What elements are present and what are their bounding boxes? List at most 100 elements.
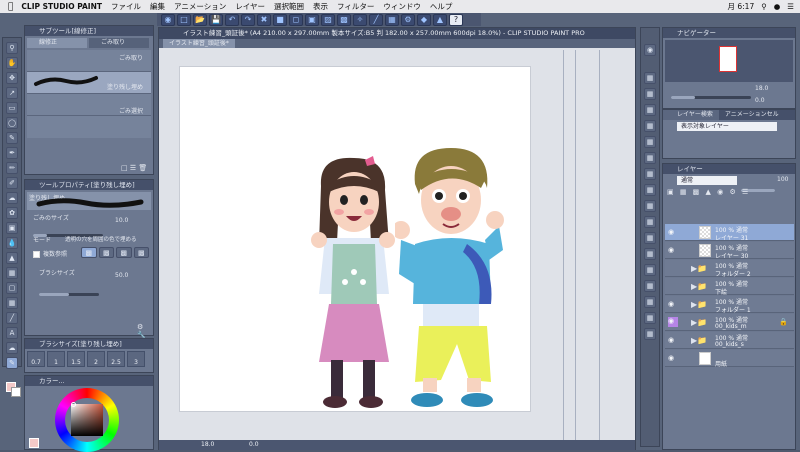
menu-help[interactable]: ヘルプ (430, 1, 453, 12)
list-item[interactable]: ごみ選択 (27, 94, 151, 116)
layer-opacity-value[interactable]: 100 (777, 176, 788, 183)
select-all-icon[interactable]: ▨ (321, 13, 335, 26)
ruler-tool-icon[interactable]: ╱ (6, 312, 18, 324)
ref-folder-icon[interactable]: ▩ (133, 247, 149, 258)
folder-icon[interactable]: ▶📁 (691, 264, 707, 273)
sub-color-swatch[interactable] (11, 387, 21, 397)
redo-icon[interactable]: ↷ (241, 13, 255, 26)
text-tool-icon[interactable]: A (6, 327, 18, 339)
panel-icon[interactable]: ▦ (644, 152, 656, 164)
layer-row[interactable]: ◉ 100 % 通常 レイヤー 31 (665, 224, 794, 242)
visibility-eye-icon[interactable]: ◉ (668, 317, 678, 327)
notification-icon[interactable]: ☰ (787, 2, 794, 11)
list-item[interactable]: 塗り残し埋め (27, 72, 151, 94)
layer-name[interactable]: レイヤー 30 (715, 251, 748, 260)
visibility-eye-icon[interactable]: ◉ (668, 300, 677, 308)
layer-row[interactable]: ◉ 100 % 通常 レイヤー 30 (665, 242, 794, 260)
toolprops-settings-icon[interactable]: ⚙ 🔧 (137, 323, 153, 339)
layer-name[interactable]: 用紙 (715, 359, 727, 368)
menu-file[interactable]: ファイル (111, 1, 141, 12)
folder-icon[interactable]: ▶📁 (691, 336, 707, 345)
menu-layer[interactable]: レイヤー (235, 1, 265, 12)
subtool-footer-icons[interactable]: □ ☰ 🗑 (121, 164, 147, 172)
gradient-tool-icon[interactable]: ▦ (6, 267, 18, 279)
lasso-tool-icon[interactable]: ◯ (6, 117, 18, 129)
brush-size-value[interactable]: 50.0 (115, 272, 128, 279)
folder-icon[interactable]: ▶📁 (691, 300, 707, 309)
correct-line-tool-icon[interactable]: ✎ (6, 357, 18, 369)
open-file-icon[interactable]: 📂 (193, 13, 207, 26)
folder-icon[interactable]: ▶📁 (691, 282, 707, 291)
panel-icon[interactable]: ▦ (644, 248, 656, 260)
layer-row[interactable]: ◉ ▶📁 100 % 通常 フォルダー 1 (665, 296, 794, 314)
panel-icon[interactable]: ▦ (644, 280, 656, 292)
siri-icon[interactable]: ● (774, 2, 781, 11)
layer-name[interactable]: 00_kids_m (715, 323, 747, 330)
panel-icon[interactable]: ▦ (644, 136, 656, 148)
menu-app-name[interactable]: CLIP STUDIO PAINT (21, 2, 102, 11)
invert-selection-icon[interactable]: ▩ (337, 13, 351, 26)
snap-ruler-icon[interactable]: ╱ (369, 13, 383, 26)
brush-size-chip[interactable]: 2 (87, 351, 105, 367)
lock-icon[interactable]: 🔒 (779, 318, 788, 326)
clear-icon[interactable]: ✖ (257, 13, 271, 26)
animation-cel-tab[interactable]: アニメーションセル (719, 110, 785, 120)
list-item[interactable]: ごみ取り (27, 50, 151, 72)
layer-search-tab[interactable]: レイヤー検索 (663, 110, 719, 120)
visibility-eye-icon[interactable]: ◉ (668, 354, 677, 362)
navigator-zoom-slider[interactable] (671, 96, 751, 99)
decoration-tool-icon[interactable]: ✿ (6, 207, 18, 219)
layer-search-dropdown[interactable]: 表示対象レイヤー (677, 122, 777, 131)
brush-size-chip[interactable]: 3 (127, 351, 145, 367)
layer-toolbar[interactable]: ▣ ▦ ▩ ▲ ◉ ⚙ ☰ (667, 188, 793, 200)
rotation-value[interactable]: 0.0 (249, 440, 259, 450)
apple-icon[interactable]:  (8, 2, 13, 12)
brush-size-chip[interactable]: 1 (47, 351, 65, 367)
navigator-rotate-value[interactable]: 0.0 (755, 97, 765, 104)
panel-icon[interactable]: ▦ (644, 312, 656, 324)
panel-icon[interactable]: ▦ (644, 216, 656, 228)
layer-row[interactable]: ◉ 用紙 (665, 350, 794, 368)
panel-icon[interactable]: ▦ (644, 296, 656, 308)
subtool-tab-other[interactable]: ごみ取り (89, 38, 149, 48)
panel-icon[interactable]: ▦ (644, 104, 656, 116)
snap-grid-icon[interactable]: ▦ (385, 13, 399, 26)
brush-size-slider[interactable] (39, 293, 99, 296)
blend-tool-icon[interactable]: 💧 (6, 237, 18, 249)
main-color-chip[interactable] (29, 438, 39, 448)
assets-icon[interactable]: ◆ (417, 13, 431, 26)
navigator-view-box[interactable] (719, 46, 737, 72)
ref-all-layers-icon[interactable]: ▩ (81, 247, 97, 258)
menu-selection[interactable]: 選択範囲 (274, 1, 304, 12)
brush-size-chip[interactable]: 0.7 (27, 351, 45, 367)
eyedropper-icon[interactable]: ✎ (6, 132, 18, 144)
panel-icon[interactable]: ▦ (644, 72, 656, 84)
layer-row[interactable]: ◉ ▶📁 100 % 通常 00_kids_m 🔒 (665, 314, 794, 331)
balloon-tool-icon[interactable]: ☁ (6, 342, 18, 354)
help-icon[interactable]: ? (449, 13, 463, 26)
document-tab[interactable]: イラスト練習_頭証後* (159, 39, 635, 48)
menu-filter[interactable]: フィルター (337, 1, 374, 12)
pencil-tool-icon[interactable]: ✏ (6, 162, 18, 174)
panel-icon[interactable]: ▦ (644, 200, 656, 212)
spotlight-icon[interactable]: ⚲ (761, 2, 767, 11)
document-tab-label[interactable]: イラスト練習_頭証後* (163, 39, 235, 48)
panel-icon[interactable]: ▦ (644, 168, 656, 180)
layer-name[interactable]: 00_kids_s (715, 341, 744, 348)
show-selection-icon[interactable]: ✧ (353, 13, 367, 26)
eraser-tool-icon[interactable]: ▣ (6, 222, 18, 234)
operation-tool-icon[interactable]: ↗ (6, 87, 18, 99)
figure-tool-icon[interactable]: ▢ (6, 282, 18, 294)
frame-tool-icon[interactable]: ▦ (6, 297, 18, 309)
folder-icon[interactable]: ▶📁 (691, 318, 707, 327)
menu-view[interactable]: 表示 (313, 1, 328, 12)
selection-tool-icon[interactable]: ▭ (6, 102, 18, 114)
multi-ref-checkbox[interactable] (33, 251, 40, 258)
fill-icon[interactable]: ■ (273, 13, 287, 26)
navigator-preview[interactable] (665, 40, 793, 82)
menu-edit[interactable]: 編集 (150, 1, 165, 12)
navigator-icon[interactable]: ◉ (644, 44, 656, 56)
layer-name[interactable]: 下絵 (715, 287, 727, 296)
brush-size-chip[interactable]: 1.5 (67, 351, 85, 367)
hand-tool-icon[interactable]: ✋ (6, 57, 18, 69)
